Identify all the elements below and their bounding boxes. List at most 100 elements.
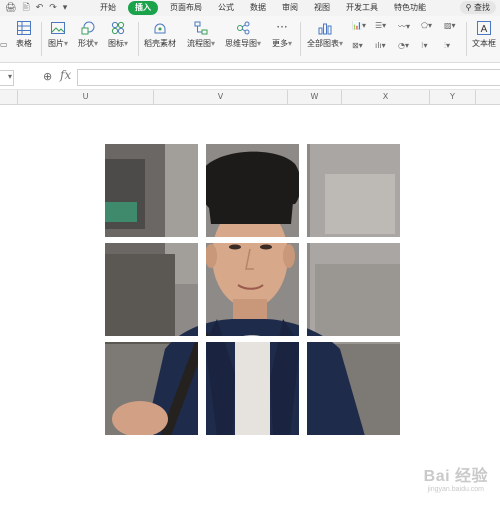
textbox-button[interactable]: A 文本框 — [472, 21, 496, 49]
formula-input[interactable] — [77, 69, 500, 86]
ribbon-divider — [300, 22, 301, 56]
customize-dropdown-icon[interactable]: ▾ — [63, 3, 68, 13]
stock-material-label: 稻壳素材 — [144, 39, 176, 48]
table-label: 表格 — [16, 39, 32, 48]
stock-chart-icon[interactable]: ⫶▾ — [444, 41, 450, 51]
ribbon-divider — [466, 22, 467, 56]
photo-grid-tile-9[interactable] — [307, 342, 400, 435]
portrait-photo-segment — [206, 144, 299, 237]
print-preview-icon[interactable]: 🖹 — [22, 3, 29, 13]
table-icon — [17, 21, 31, 35]
portrait-photo-segment — [105, 342, 198, 435]
shape-label: 形状 — [78, 39, 94, 48]
column-header-w[interactable]: W — [288, 90, 342, 104]
redo-icon[interactable]: ↷ — [49, 3, 57, 13]
stock-material-button[interactable]: 稻壳素材 — [144, 21, 176, 49]
portrait-photo-segment — [105, 243, 198, 336]
bar-chart-icon — [318, 23, 332, 35]
quick-access-toolbar: 🖨 🖹 ↶ ↷ ▾ — [0, 3, 92, 13]
undo-icon[interactable]: ↶ — [36, 3, 44, 13]
radar-chart-icon[interactable]: ⬠▾ — [421, 21, 432, 30]
icon-label: 图标 — [108, 39, 124, 48]
tab-formulas[interactable]: 公式 — [210, 1, 242, 15]
watermark: Bai 经验 jingyan.baidu.com — [424, 462, 488, 493]
stock-material-icon — [154, 23, 166, 34]
picture-label: 图片 — [48, 39, 64, 48]
search-button[interactable]: ⚲ 查找 — [459, 1, 496, 14]
photo-grid-tile-8[interactable] — [206, 342, 299, 435]
tab-data[interactable]: 数据 — [242, 1, 274, 15]
picture-icon — [51, 22, 65, 34]
flowchart-button[interactable]: 流程图▾ — [187, 21, 215, 49]
more-dots-icon: ··· — [276, 20, 288, 34]
portrait-photo-segment — [307, 243, 400, 336]
portrait-photo-segment — [206, 243, 299, 336]
name-box-dropdown-icon[interactable]: ▾ — [8, 72, 12, 81]
tab-review[interactable]: 审阅 — [274, 1, 306, 15]
photo-grid-tile-5[interactable] — [206, 243, 299, 336]
bar-chart-horizontal-icon[interactable]: ☰▾ — [375, 21, 386, 30]
scatter-chart-icon[interactable]: ⁝▾ — [421, 41, 428, 50]
table-button[interactable]: 表格 — [16, 21, 32, 49]
watermark-logo-text: Bai 经验 — [423, 468, 488, 485]
ribbon-divider — [41, 22, 42, 56]
more-button[interactable]: ··· 更多▾ — [272, 21, 292, 49]
textbox-label: 文本框 — [472, 39, 496, 48]
formula-bar: ▾ ⊕ fx — [0, 63, 500, 90]
all-charts-button[interactable]: 全部图表▾ — [307, 21, 343, 49]
zoom-icon[interactable]: ⊕ — [43, 70, 52, 83]
search-icon: ⚲ — [465, 3, 472, 12]
icons-library-icon — [111, 21, 125, 35]
tab-page-layout[interactable]: 页面布局 — [162, 1, 210, 15]
mindmap-icon — [237, 21, 250, 35]
tab-special-features[interactable]: 特色功能 — [386, 1, 434, 15]
line-chart-icon[interactable]: 〰▾ — [398, 21, 410, 32]
shape-icon — [81, 21, 95, 35]
tab-home[interactable]: 开始 — [92, 1, 124, 15]
shape-button[interactable]: 形状▾ — [78, 21, 98, 49]
column-header-u[interactable]: U — [18, 90, 154, 104]
mindmap-label: 思维导图 — [225, 39, 257, 48]
column-header-y[interactable]: Y — [430, 90, 476, 104]
insert-ribbon: ▭ 表格 图片▾ 形状▾ 图标▾ 稻壳素材 流程图▾ 思维导图▾ ··· 更多▾… — [0, 16, 500, 63]
textbox-icon: A — [477, 21, 491, 35]
all-charts-label: 全部图表 — [307, 39, 339, 48]
portrait-photo-segment — [206, 342, 299, 435]
portrait-photo-segment — [105, 144, 198, 237]
menu-tab-bar: 🖨 🖹 ↶ ↷ ▾ 开始 插入 页面布局 公式 数据 审阅 视图 开发工具 特色… — [0, 0, 500, 16]
pie-chart-icon[interactable]: ◔▾ — [398, 41, 409, 50]
portrait-photo-segment — [307, 342, 400, 435]
worksheet-area[interactable] — [0, 105, 500, 505]
svg-text:A: A — [481, 24, 488, 35]
flowchart-icon — [194, 21, 208, 35]
column-chart-icon[interactable]: 📊▾ — [352, 21, 366, 30]
tab-insert[interactable]: 插入 — [128, 1, 158, 15]
combo-chart-icon[interactable]: ılı▾ — [375, 41, 386, 50]
function-icon[interactable]: fx — [60, 68, 71, 82]
tab-view[interactable]: 视图 — [306, 1, 338, 15]
flowchart-label: 流程图 — [187, 39, 211, 48]
area-chart-icon[interactable]: ▨▾ — [444, 21, 456, 30]
photo-grid-tile-4[interactable] — [105, 243, 198, 336]
watermark-url: jingyan.baidu.com — [427, 486, 485, 493]
column-header-row: U V W X Y — [0, 90, 500, 105]
photo-grid-tile-7[interactable] — [105, 342, 198, 435]
icon-button[interactable]: 图标▾ — [108, 21, 128, 49]
mindmap-button[interactable]: 思维导图▾ — [225, 21, 261, 49]
search-label: 查找 — [474, 3, 490, 12]
ribbon-divider — [138, 22, 139, 56]
more-label: 更多 — [272, 39, 288, 48]
print-icon[interactable]: 🖨 — [5, 3, 16, 13]
photo-grid-tile-3[interactable] — [307, 144, 400, 237]
photo-grid-tile-2[interactable] — [206, 144, 299, 237]
column-header-partial[interactable] — [0, 90, 18, 104]
picture-button[interactable]: 图片▾ — [48, 21, 68, 49]
photo-grid-tile-1[interactable] — [105, 144, 198, 237]
tab-developer[interactable]: 开发工具 — [338, 1, 386, 15]
column-header-x[interactable]: X — [342, 90, 430, 104]
portrait-photo-segment — [307, 144, 400, 237]
map-chart-icon[interactable]: ⊠▾ — [352, 41, 363, 50]
column-header-v[interactable]: V — [154, 90, 288, 104]
column-header-partial[interactable] — [476, 90, 500, 104]
photo-grid-tile-6[interactable] — [307, 243, 400, 336]
